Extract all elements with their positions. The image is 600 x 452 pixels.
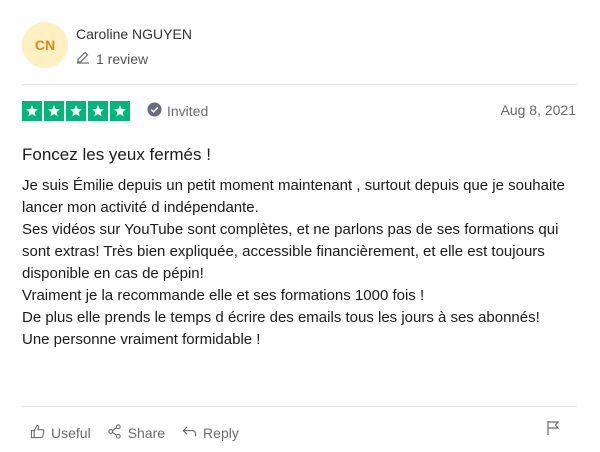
review-paragraph: Une personne vraiment formidable ! [22, 331, 261, 348]
star-icon [66, 101, 86, 121]
avatar-initials: CN [34, 37, 56, 53]
reply-icon [181, 424, 197, 442]
reviewer-name[interactable]: Caroline NGUYEN [76, 26, 192, 42]
star-rating [22, 101, 130, 121]
review-paragraph: Ses vidéos sur YouTube sont complètes, e… [22, 221, 559, 282]
flag-icon [546, 421, 560, 440]
review-body: Je suis Émilie depuis un petit moment ma… [22, 175, 574, 351]
review-paragraph: Je suis Émilie depuis un petit moment ma… [22, 177, 565, 216]
divider [22, 406, 577, 407]
review-title: Foncez les yeux fermés ! [22, 145, 211, 164]
reply-label: Reply [203, 425, 239, 441]
review-count-label: 1 review [96, 50, 149, 67]
pencil-icon [76, 50, 90, 67]
share-button[interactable]: Share [107, 424, 165, 442]
useful-button[interactable]: Useful [30, 424, 91, 442]
reply-button[interactable]: Reply [181, 424, 239, 442]
star-icon [110, 101, 130, 121]
review-date: Aug 8, 2021 [500, 102, 576, 118]
star-icon [22, 101, 42, 121]
invited-badge[interactable]: Invited [147, 102, 208, 120]
review-paragraph: Vraiment je la recommande elle et ses fo… [22, 287, 425, 304]
divider [22, 84, 577, 85]
thumbs-up-icon [30, 424, 45, 442]
share-icon [107, 424, 122, 442]
check-circle-icon [147, 102, 162, 120]
avatar[interactable]: CN [22, 22, 68, 68]
useful-label: Useful [51, 425, 91, 441]
review-actions: Useful Share Reply [30, 424, 239, 442]
review-paragraph: De plus elle prends le temps d écrire de… [22, 309, 540, 326]
flag-button[interactable] [546, 420, 560, 441]
star-icon [44, 101, 64, 121]
invited-label: Invited [167, 103, 209, 119]
star-icon [88, 101, 108, 121]
review-count: 1 review [76, 50, 148, 67]
share-label: Share [127, 425, 166, 441]
